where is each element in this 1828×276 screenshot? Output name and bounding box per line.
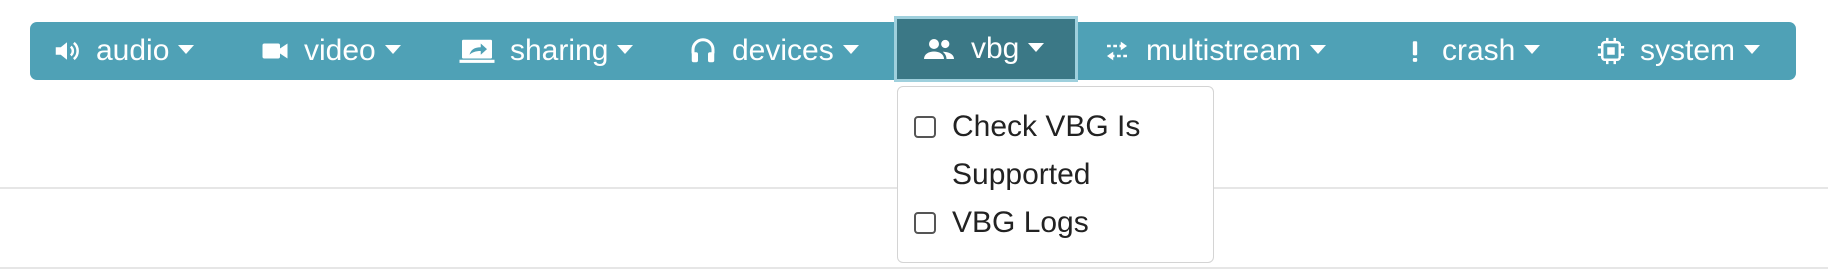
- nav-item-label: vbg: [971, 32, 1020, 65]
- checkbox[interactable]: [914, 212, 936, 234]
- nav-item-label: video: [304, 34, 376, 67]
- nav-item-devices[interactable]: devices: [688, 22, 859, 80]
- swap-arrows-icon: [1102, 36, 1132, 66]
- nav-item-vbg[interactable]: vbg: [894, 16, 1078, 82]
- nav-item-multistream[interactable]: multistream: [1102, 22, 1327, 80]
- dropdown-item-vbg-logs[interactable]: VBG Logs: [914, 199, 1192, 247]
- caret-down-icon: [1028, 42, 1045, 52]
- exclamation-icon: [1402, 36, 1428, 66]
- dropdown-item-label: VBG Logs: [952, 206, 1089, 239]
- nav-item-crash[interactable]: crash: [1402, 22, 1541, 80]
- nav-item-video[interactable]: video: [260, 22, 401, 80]
- screen-share-icon: [458, 36, 496, 66]
- nav-item-sharing[interactable]: sharing: [458, 22, 634, 80]
- speaker-icon: [52, 36, 82, 66]
- top-navbar: audio video sharing devices vbg multistr…: [30, 16, 1796, 82]
- dropdown-item-label: Check VBG Is Supported: [952, 110, 1141, 191]
- nav-item-label: sharing: [510, 34, 609, 67]
- caret-down-icon: [842, 44, 859, 54]
- people-icon: [921, 34, 957, 64]
- caret-down-icon: [1310, 44, 1327, 54]
- nav-item-audio[interactable]: audio: [52, 22, 195, 80]
- nav-item-label: system: [1640, 34, 1736, 67]
- caret-down-icon: [1524, 44, 1541, 54]
- caret-down-icon: [178, 44, 195, 54]
- video-camera-icon: [260, 36, 290, 66]
- headphones-icon: [688, 36, 718, 66]
- nav-item-label: devices: [732, 34, 834, 67]
- divider-line: [0, 267, 1828, 269]
- checkbox[interactable]: [914, 116, 936, 138]
- nav-item-label: crash: [1442, 34, 1516, 67]
- vbg-dropdown-menu: Check VBG Is Supported VBG Logs: [897, 86, 1214, 263]
- cpu-chip-icon: [1596, 36, 1626, 66]
- dropdown-item-check-vbg-supported[interactable]: Check VBG Is Supported: [914, 103, 1192, 199]
- caret-down-icon: [617, 44, 634, 54]
- caret-down-icon: [1744, 44, 1761, 54]
- nav-item-system[interactable]: system: [1596, 22, 1761, 80]
- page: audio video sharing devices vbg multistr…: [0, 0, 1828, 276]
- nav-item-label: multistream: [1146, 34, 1302, 67]
- nav-item-label: audio: [96, 34, 170, 67]
- caret-down-icon: [384, 44, 401, 54]
